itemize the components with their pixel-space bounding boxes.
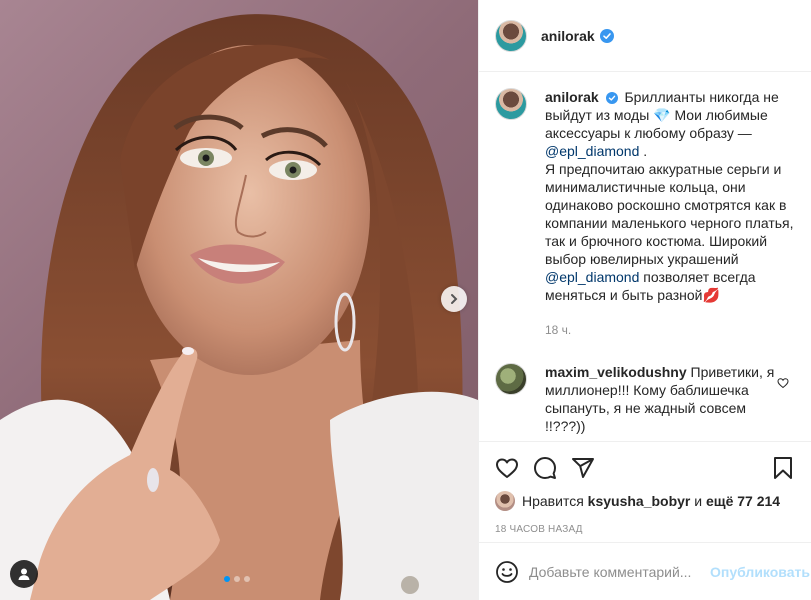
author-username[interactable]: anilorak xyxy=(541,28,595,44)
comment-username[interactable]: maxim_velikodushny xyxy=(545,364,687,380)
comment-item: maxim_velikodushny Приветики, я миллионе… xyxy=(495,363,795,435)
liker-avatar[interactable] xyxy=(495,491,515,511)
caption-text: anilorak Бриллианты никогда не выйдут из… xyxy=(545,88,795,339)
instagram-post: anilorak anilorak Бриллианты никогда не … xyxy=(0,0,811,600)
likes-prefix: Нравится xyxy=(522,493,584,509)
carousel-dot xyxy=(244,576,250,582)
likes-and: и xyxy=(694,493,703,509)
verified-badge-icon xyxy=(599,28,614,43)
carousel-dot xyxy=(224,576,230,582)
user-tags-button[interactable] xyxy=(10,560,38,588)
caption-avatar[interactable] xyxy=(495,88,527,120)
post-side-panel: anilorak anilorak Бриллианты никогда не … xyxy=(478,0,811,600)
caption-text-part: Я предпочитаю аккуратные серьги и минима… xyxy=(545,161,794,267)
likes-summary: Нравится ksyusha_bobyr и ещё 77 214 xyxy=(495,488,795,514)
emoji-icon[interactable] xyxy=(495,560,519,584)
post-actions: Нравится ksyusha_bobyr и ещё 77 214 18 Ч… xyxy=(479,441,811,542)
chevron-right-icon xyxy=(451,294,458,304)
comment-icon[interactable] xyxy=(533,456,557,480)
post-media[interactable] xyxy=(0,0,478,600)
post-date[interactable]: 18 ЧАСОВ НАЗАД xyxy=(495,518,795,542)
add-comment-form: Опубликовать xyxy=(479,542,811,600)
next-slide-button[interactable] xyxy=(441,286,467,312)
carousel-dot xyxy=(234,576,240,582)
user-tag-icon xyxy=(18,568,30,580)
post-header: anilorak xyxy=(479,0,811,72)
mention-link[interactable]: @epl_diamond xyxy=(545,269,639,285)
author-avatar[interactable] xyxy=(495,19,527,52)
share-icon[interactable] xyxy=(571,456,595,480)
post-photo xyxy=(0,14,478,600)
commenter-avatar[interactable] xyxy=(495,363,527,395)
liker-username[interactable]: ksyusha_bobyr xyxy=(588,493,691,509)
comment-text: maxim_velikodushny Приветики, я миллионе… xyxy=(545,363,777,435)
caption-time[interactable]: 18 ч. xyxy=(545,321,795,339)
carousel-indicator xyxy=(224,576,250,582)
comments-section: anilorak Бриллианты никогда не выйдут из… xyxy=(479,72,811,441)
publish-button[interactable]: Опубликовать xyxy=(710,564,810,580)
mention-link[interactable]: @epl_diamond xyxy=(545,143,639,159)
bookmark-icon[interactable] xyxy=(771,456,795,480)
caption-text-part: . xyxy=(643,143,648,159)
comment-like-heart-icon[interactable] xyxy=(777,376,789,392)
likes-count[interactable]: ещё 77 214 xyxy=(706,493,780,509)
heart-icon[interactable] xyxy=(495,456,519,480)
verified-badge-icon xyxy=(605,92,618,104)
comment-input[interactable] xyxy=(529,563,710,580)
action-bar xyxy=(495,448,795,488)
caption-username[interactable]: anilorak xyxy=(545,89,599,105)
post-caption: anilorak Бриллианты никогда не выйдут из… xyxy=(495,88,795,339)
